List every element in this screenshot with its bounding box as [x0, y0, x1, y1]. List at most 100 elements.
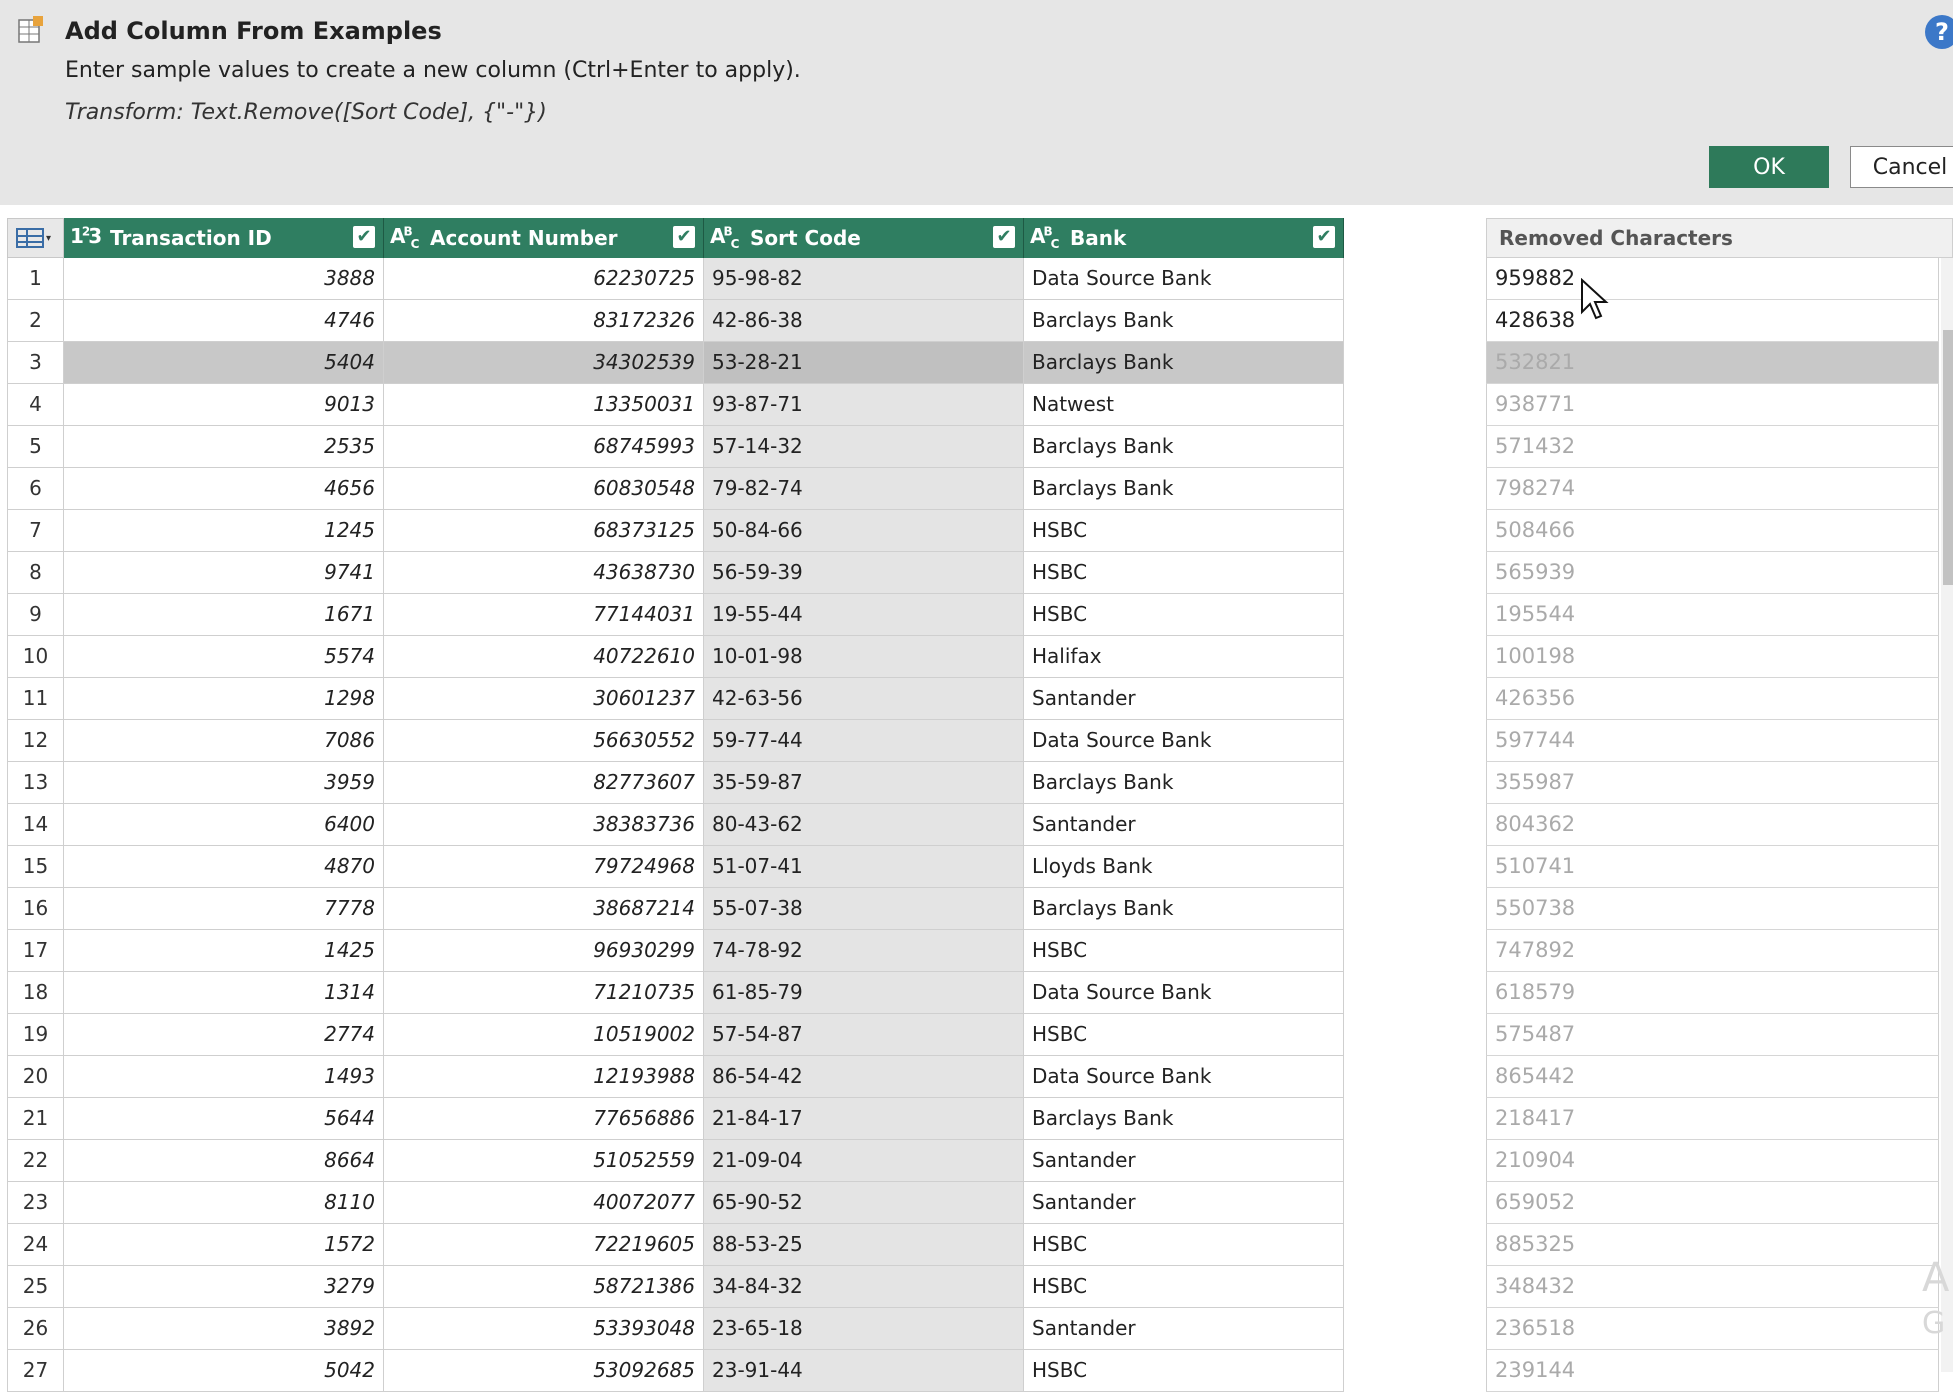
table-row[interactable]: 5 2535 68745993 57-14-32 Barclays Bank — [7, 426, 1344, 468]
bank-cell[interactable]: Barclays Bank — [1024, 1098, 1344, 1140]
bank-cell[interactable]: Data Source Bank — [1024, 720, 1344, 762]
sort-code-cell[interactable]: 86-54-42 — [704, 1056, 1024, 1098]
account-number-cell[interactable]: 58721386 — [384, 1266, 704, 1308]
row-number[interactable]: 13 — [7, 762, 64, 804]
row-number[interactable]: 9 — [7, 594, 64, 636]
sort-code-cell[interactable]: 51-07-41 — [704, 846, 1024, 888]
transaction-id-cell[interactable]: 1425 — [64, 930, 384, 972]
table-row[interactable]: 6 4656 60830548 79-82-74 Barclays Bank — [7, 468, 1344, 510]
table-row[interactable]: 16 7778 38687214 55-07-38 Barclays Bank — [7, 888, 1344, 930]
transaction-id-cell[interactable]: 1245 — [64, 510, 384, 552]
sort-code-cell[interactable]: 80-43-62 — [704, 804, 1024, 846]
account-number-cell[interactable]: 77144031 — [384, 594, 704, 636]
sort-code-cell[interactable]: 42-63-56 — [704, 678, 1024, 720]
bank-cell[interactable]: Barclays Bank — [1024, 342, 1344, 384]
transaction-id-cell[interactable]: 3888 — [64, 258, 384, 300]
bank-cell[interactable]: HSBC — [1024, 1224, 1344, 1266]
transaction-id-cell[interactable]: 6400 — [64, 804, 384, 846]
row-number[interactable]: 22 — [7, 1140, 64, 1182]
table-row[interactable]: 8 9741 43638730 56-59-39 HSBC — [7, 552, 1344, 594]
sort-code-cell[interactable]: 74-78-92 — [704, 930, 1024, 972]
transaction-id-cell[interactable]: 7778 — [64, 888, 384, 930]
transaction-id-cell[interactable]: 1493 — [64, 1056, 384, 1098]
transaction-id-cell[interactable]: 2535 — [64, 426, 384, 468]
account-number-cell[interactable]: 96930299 — [384, 930, 704, 972]
transaction-id-cell[interactable]: 8664 — [64, 1140, 384, 1182]
example-input-cell[interactable]: 659052 — [1486, 1182, 1939, 1224]
table-menu-button[interactable]: ▾ — [7, 218, 64, 258]
bank-cell[interactable]: Data Source Bank — [1024, 1056, 1344, 1098]
table-row[interactable]: 25 3279 58721386 34-84-32 HSBC — [7, 1266, 1344, 1308]
row-number[interactable]: 25 — [7, 1266, 64, 1308]
text-type-icon[interactable]: ABC — [1030, 224, 1059, 251]
transaction-id-cell[interactable]: 5644 — [64, 1098, 384, 1140]
example-input-cell[interactable]: 236518 — [1486, 1308, 1939, 1350]
account-number-cell[interactable]: 40072077 — [384, 1182, 704, 1224]
bank-cell[interactable]: HSBC — [1024, 1350, 1344, 1392]
transaction-id-cell[interactable]: 1671 — [64, 594, 384, 636]
example-input-cell[interactable]: 959882 — [1486, 258, 1939, 300]
table-row[interactable]: 9 1671 77144031 19-55-44 HSBC — [7, 594, 1344, 636]
table-row[interactable]: 18 1314 71210735 61-85-79 Data Source Bank — [7, 972, 1344, 1014]
row-number[interactable]: 16 — [7, 888, 64, 930]
table-row[interactable]: 11 1298 30601237 42-63-56 Santander — [7, 678, 1344, 720]
example-input-cell[interactable]: 865442 — [1486, 1056, 1939, 1098]
account-number-cell[interactable]: 34302539 — [384, 342, 704, 384]
ok-button[interactable]: OK — [1709, 146, 1829, 188]
table-row[interactable]: 20 1493 12193988 86-54-42 Data Source Bank — [7, 1056, 1344, 1098]
transaction-id-cell[interactable]: 1572 — [64, 1224, 384, 1266]
table-row[interactable]: 4 9013 13350031 93-87-71 Natwest — [7, 384, 1344, 426]
example-input-cell[interactable]: 218417 — [1486, 1098, 1939, 1140]
example-input-cell[interactable]: 510741 — [1486, 846, 1939, 888]
table-row[interactable]: 13 3959 82773607 35-59-87 Barclays Bank — [7, 762, 1344, 804]
account-number-cell[interactable]: 72219605 — [384, 1224, 704, 1266]
example-input-cell[interactable]: 195544 — [1486, 594, 1939, 636]
example-input-cell[interactable]: 938771 — [1486, 384, 1939, 426]
column-checkbox[interactable]: ✔ — [1313, 226, 1335, 248]
table-row[interactable]: 15 4870 79724968 51-07-41 Lloyds Bank — [7, 846, 1344, 888]
example-input-cell[interactable]: 597744 — [1486, 720, 1939, 762]
transaction-id-cell[interactable]: 1298 — [64, 678, 384, 720]
account-number-cell[interactable]: 53092685 — [384, 1350, 704, 1392]
sort-code-cell[interactable]: 95-98-82 — [704, 258, 1024, 300]
table-row[interactable]: 12 7086 56630552 59-77-44 Data Source Bank — [7, 720, 1344, 762]
table-row[interactable]: 26 3892 53393048 23-65-18 Santander — [7, 1308, 1344, 1350]
sort-code-cell[interactable]: 88-53-25 — [704, 1224, 1024, 1266]
column-checkbox[interactable]: ✔ — [673, 226, 695, 248]
row-number[interactable]: 20 — [7, 1056, 64, 1098]
help-icon[interactable]: ? — [1925, 15, 1953, 49]
bank-cell[interactable]: Santander — [1024, 1182, 1344, 1224]
example-input-cell[interactable]: 747892 — [1486, 930, 1939, 972]
transaction-id-cell[interactable]: 3279 — [64, 1266, 384, 1308]
example-input-cell[interactable]: 885325 — [1486, 1224, 1939, 1266]
transaction-id-cell[interactable]: 8110 — [64, 1182, 384, 1224]
sort-code-cell[interactable]: 35-59-87 — [704, 762, 1024, 804]
bank-cell[interactable]: Data Source Bank — [1024, 258, 1344, 300]
sort-code-cell[interactable]: 21-09-04 — [704, 1140, 1024, 1182]
column-checkbox[interactable]: ✔ — [353, 226, 375, 248]
table-row[interactable]: 27 5042 53092685 23-91-44 HSBC — [7, 1350, 1344, 1392]
text-type-icon[interactable]: ABC — [710, 224, 739, 251]
bank-cell[interactable]: Barclays Bank — [1024, 300, 1344, 342]
bank-cell[interactable]: HSBC — [1024, 930, 1344, 972]
account-number-cell[interactable]: 79724968 — [384, 846, 704, 888]
row-number[interactable]: 26 — [7, 1308, 64, 1350]
row-number[interactable]: 4 — [7, 384, 64, 426]
column-header-transaction-id[interactable]: 123 Transaction ID ✔ — [64, 218, 384, 258]
account-number-cell[interactable]: 53393048 — [384, 1308, 704, 1350]
column-checkbox[interactable]: ✔ — [993, 226, 1015, 248]
row-number[interactable]: 18 — [7, 972, 64, 1014]
sort-code-cell[interactable]: 19-55-44 — [704, 594, 1024, 636]
example-input-cell[interactable]: 426356 — [1486, 678, 1939, 720]
bank-cell[interactable]: HSBC — [1024, 1266, 1344, 1308]
table-row[interactable]: 22 8664 51052559 21-09-04 Santander — [7, 1140, 1344, 1182]
transaction-id-cell[interactable]: 9741 — [64, 552, 384, 594]
scrollbar-thumb[interactable] — [1943, 330, 1953, 585]
bank-cell[interactable]: HSBC — [1024, 552, 1344, 594]
row-number[interactable]: 11 — [7, 678, 64, 720]
example-input-cell[interactable]: 210904 — [1486, 1140, 1939, 1182]
bank-cell[interactable]: Halifax — [1024, 636, 1344, 678]
bank-cell[interactable]: Santander — [1024, 1140, 1344, 1182]
example-input-cell[interactable]: 565939 — [1486, 552, 1939, 594]
example-input-cell[interactable]: 798274 — [1486, 468, 1939, 510]
